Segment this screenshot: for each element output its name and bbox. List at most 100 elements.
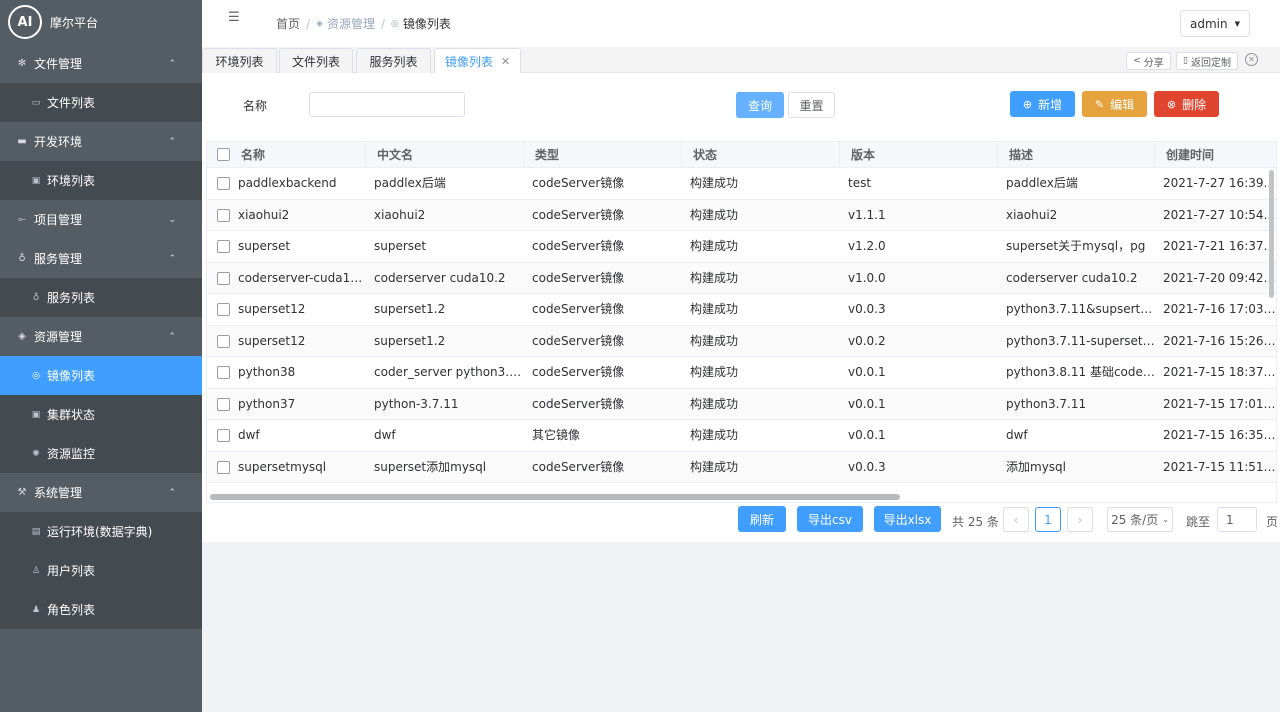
sidebar-item[interactable]: ▣ 集群状态	[0, 395, 202, 434]
horizontal-scrollbar[interactable]	[210, 494, 900, 500]
table-cell: 2021-7-15 11:51:40	[1163, 459, 1277, 474]
reset-button[interactable]: 重置	[788, 92, 835, 118]
sidebar-item[interactable]: ♟ 角色列表	[0, 590, 202, 629]
tab-service-list[interactable]: 服务列表	[356, 48, 431, 73]
back-custom-button[interactable]: ▯ 返回定制	[1176, 52, 1238, 70]
delete-label: 删除	[1182, 97, 1207, 112]
column-header-status[interactable]: 状态	[681, 142, 839, 168]
sidebar-group[interactable]: ◈ 资源管理 ⌃	[0, 317, 202, 356]
table-cell: codeServer镜像	[532, 302, 625, 316]
breadcrumb-current: 镜像列表	[402, 17, 451, 31]
query-button[interactable]: 查询	[736, 92, 784, 118]
sidebar-item[interactable]: ▤ 运行环境(数据字典)	[0, 512, 202, 551]
breadcrumb-section[interactable]: 资源管理	[327, 15, 375, 32]
jump-label: 跳至	[1186, 515, 1211, 529]
column-header-cn-name[interactable]: 中文名	[365, 142, 523, 168]
row-checkbox[interactable]	[217, 397, 230, 411]
sidebar-item-label: 资源监控	[47, 447, 96, 461]
export-csv-button[interactable]: 导出csv	[797, 506, 863, 532]
close-all-icon[interactable]: ✕	[1245, 53, 1258, 66]
add-button[interactable]: ⊕ 新增	[1010, 91, 1075, 117]
sidebar-item-label: 用户列表	[47, 564, 96, 578]
row-checkbox[interactable]	[217, 271, 230, 285]
column-header-created[interactable]: 创建时间	[1154, 142, 1276, 168]
table-cell: superset1.2	[374, 333, 446, 348]
table-cell: 构建成功	[690, 270, 739, 285]
table-row[interactable]: supersetmysql superset添加mysql codeServer镜像…	[207, 451, 1277, 483]
sidebar-group[interactable]: ♁ 服务管理 ⌃	[0, 239, 202, 278]
row-checkbox[interactable]	[217, 334, 230, 348]
sidebar-item[interactable]: ♙ 用户列表	[0, 551, 202, 590]
sidebar-item-label: 角色列表	[47, 603, 96, 617]
sidebar-item[interactable]: ▭ 文件列表	[0, 83, 202, 122]
sidebar-group-label: 项目管理	[34, 213, 83, 227]
table-row[interactable]: python37 python-3.7.11 codeServer镜像 构建成功 v0.…	[207, 388, 1277, 420]
row-checkbox[interactable]	[217, 208, 230, 222]
table-cell: v1.2.0	[848, 239, 886, 253]
row-checkbox[interactable]	[217, 240, 230, 253]
table-cell: codeServer镜像	[532, 396, 625, 411]
column-header-name[interactable]: 名称	[230, 142, 265, 168]
page-number-1[interactable]: 1	[1035, 507, 1061, 532]
table-header: 名称 中文名 类型 状态 版本 描述 创建时间	[207, 142, 1276, 168]
document-icon: ▤	[31, 526, 41, 537]
table-row[interactable]: superset12 superset1.2 codeServer镜像 构建成功 v0.…	[207, 325, 1276, 357]
table-cell: paddlex后端	[374, 176, 446, 190]
row-checkbox[interactable]	[217, 303, 230, 316]
table-row[interactable]: python38 coder_server python3.8.11 codeSer…	[207, 357, 1276, 389]
row-checkbox[interactable]	[217, 366, 230, 379]
tab-env-list[interactable]: 环境列表	[202, 48, 277, 73]
edit-button[interactable]: ✎ 编辑	[1082, 91, 1147, 117]
delete-button[interactable]: ⊗ 删除	[1154, 91, 1219, 117]
table-cell: superset	[374, 239, 427, 253]
column-header-type[interactable]: 类型	[523, 142, 681, 168]
page-size-select[interactable]: 25 条/页 ⌄	[1107, 507, 1173, 532]
table-row[interactable]: coderserver-cuda10-2 coderserver cuda10.2…	[207, 262, 1276, 294]
sidebar-item[interactable]: ◎ 镜像列表	[0, 356, 202, 395]
table-row[interactable]: dwf dwf 其它镜像 构建成功 v0.0.1 dwf 2021-7-15 16:35:0…	[207, 420, 1276, 452]
table-cell: 构建成功	[690, 396, 739, 411]
row-checkbox[interactable]	[217, 429, 230, 442]
next-page-button[interactable]: ›	[1067, 507, 1093, 532]
refresh-button[interactable]: 刷新	[738, 506, 786, 532]
column-header-version[interactable]: 版本	[839, 142, 997, 168]
logo[interactable]: AI 摩尔平台	[0, 0, 202, 44]
table-cell: python37	[238, 396, 296, 411]
sidebar-item[interactable]: ▣ 环境列表	[0, 161, 202, 200]
chevron-down-icon: ⌄	[168, 214, 176, 225]
export-xlsx-button[interactable]: 导出xlsx	[874, 506, 941, 532]
vertical-scrollbar[interactable]	[1269, 170, 1274, 298]
hamburger-icon[interactable]: ☰	[228, 10, 240, 25]
user-dropdown[interactable]: admin ▼	[1180, 10, 1250, 37]
sidebar-group[interactable]: ✻ 文件管理 ⌃	[0, 44, 202, 83]
sidebar-item[interactable]: ♁ 服务列表	[0, 278, 202, 317]
table-cell: v1.1.1	[848, 207, 886, 222]
select-all-checkbox[interactable]	[217, 148, 230, 161]
sidebar-group[interactable]: ▬ 开发环境 ⌃	[0, 122, 202, 161]
jump-page-input[interactable]: 1	[1217, 507, 1257, 532]
table-cell: 构建成功	[690, 207, 739, 222]
sidebar-group[interactable]: ⚒ 系统管理 ⌃	[0, 473, 202, 512]
table-row[interactable]: xiaohui2 xiaohui2 codeServer镜像 构建成功 v1.1.1 xi…	[207, 199, 1276, 231]
table-cell: codeServer镜像	[532, 270, 625, 285]
sidebar-item-label: 服务列表	[47, 291, 96, 305]
column-header-description[interactable]: 描述	[997, 142, 1154, 168]
share-button[interactable]: < 分享	[1126, 52, 1171, 70]
caret-down-icon: ▼	[1234, 19, 1240, 28]
tab-file-list[interactable]: 文件列表	[279, 48, 353, 73]
sidebar-item[interactable]: ✺ 资源监控	[0, 434, 202, 473]
prev-page-button[interactable]: ‹	[1003, 507, 1029, 532]
close-tab-icon[interactable]: ✕	[501, 55, 510, 68]
share-label: 分享	[1143, 57, 1164, 69]
name-search-input[interactable]	[309, 92, 465, 117]
row-checkbox[interactable]	[217, 177, 230, 190]
sidebar-group[interactable]: ⟜ 项目管理 ⌄	[0, 200, 202, 239]
row-checkbox[interactable]	[217, 460, 230, 474]
table-row[interactable]: superset12 superset1.2 codeServer镜像 构建成功 v0.…	[207, 294, 1276, 326]
tab-image-list[interactable]: 镜像列表 ✕	[434, 48, 521, 74]
table-row[interactable]: paddlexbackend paddlex后端 codeServer镜像 构建成功 t…	[207, 168, 1276, 200]
table-cell: 2021-7-15 17:01:15	[1163, 396, 1277, 411]
user-icon: ♙	[31, 565, 41, 576]
breadcrumb-home[interactable]: 首页	[276, 15, 300, 32]
table-row[interactable]: superset superset codeServer镜像 构建成功 v1.2.0 su…	[207, 231, 1276, 263]
